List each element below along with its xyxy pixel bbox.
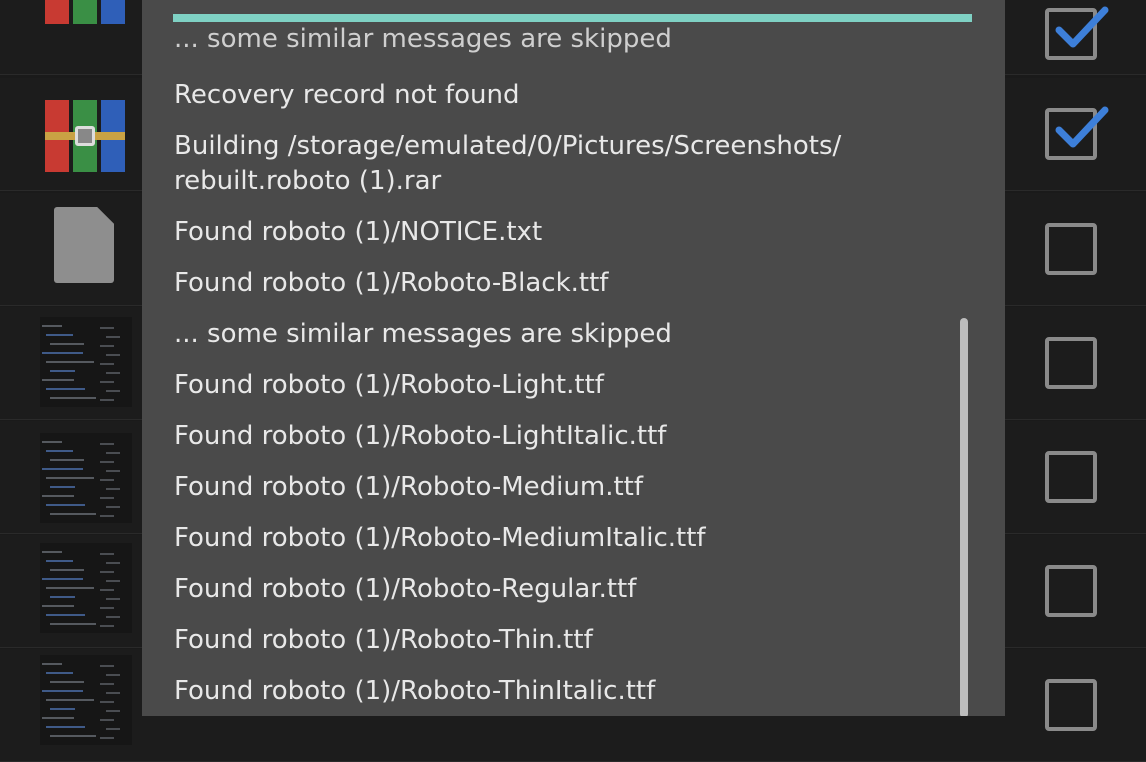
rar-archive-icon [45, 0, 125, 24]
checkbox[interactable] [1045, 679, 1097, 731]
screenshot-thumbnail [40, 433, 132, 523]
log-line: ... some similar messages are skipped [174, 319, 672, 349]
checkbox[interactable] [1045, 337, 1097, 389]
log-line: Found roboto (1)/Roboto-Thin.ttf [174, 625, 593, 655]
log-line: Found roboto (1)/Roboto-Black.ttf [174, 268, 609, 298]
checkmark-icon [1055, 6, 1109, 48]
log-line: Found roboto (1)/NOTICE.txt [174, 217, 543, 247]
progress-bar [173, 14, 972, 22]
checkmark-icon [1055, 106, 1109, 148]
log-scrollbar[interactable] [960, 318, 968, 716]
checkbox-checked[interactable] [1045, 106, 1109, 160]
screenshot-thumbnail [40, 543, 132, 633]
log-line: Found roboto (1)/Roboto-LightItalic.ttf [174, 421, 667, 451]
repair-dialog: ... some similar messages are skipped Re… [142, 0, 1005, 716]
log-line: Building /storage/emulated/0/Pictures/Sc… [174, 131, 842, 161]
rar-archive-icon [45, 100, 125, 172]
checkbox[interactable] [1045, 451, 1097, 503]
log-line: ... some similar messages are skipped [174, 24, 672, 54]
checkbox[interactable] [1045, 223, 1097, 275]
screenshot-thumbnail [40, 655, 132, 745]
log-line: Found roboto (1)/Roboto-ThinItalic.ttf [174, 676, 656, 706]
log-line: Found roboto (1)/Roboto-MediumItalic.ttf [174, 523, 706, 553]
log-line: Found roboto (1)/Roboto-Regular.ttf [174, 574, 637, 604]
checkbox-checked[interactable] [1045, 6, 1109, 60]
log-line: rebuilt.roboto (1).rar [174, 166, 442, 196]
log-line: Found roboto (1)/Roboto-Medium.ttf [174, 472, 644, 502]
checkbox[interactable] [1045, 565, 1097, 617]
log-line: Recovery record not found [174, 80, 520, 110]
screenshot-thumbnail [40, 317, 132, 407]
document-icon [54, 207, 114, 283]
log-line: Found roboto (1)/Roboto-Light.ttf [174, 370, 604, 400]
